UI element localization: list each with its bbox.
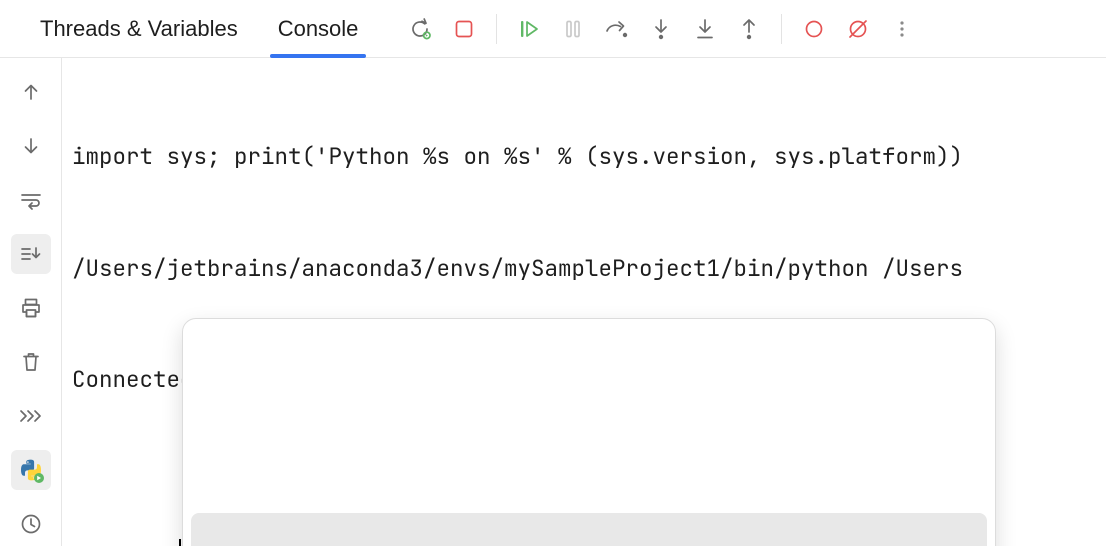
arrow-up-icon: [20, 81, 42, 103]
resume-icon: [517, 17, 541, 41]
console-gutter-toolbar: [0, 58, 62, 546]
tab-label: Console: [278, 16, 359, 42]
scroll-to-end-icon: [19, 244, 43, 264]
mute-breakpoints-button[interactable]: [840, 11, 876, 47]
python-icon: [18, 457, 44, 483]
resume-button[interactable]: [511, 11, 547, 47]
arrow-down-icon: [20, 135, 42, 157]
history-button[interactable]: [11, 504, 51, 544]
step-into-my-code-icon: [694, 17, 716, 41]
step-into-my-code-button[interactable]: [687, 11, 723, 47]
rerun-button[interactable]: [402, 11, 438, 47]
print-button[interactable]: [11, 288, 51, 328]
soft-wrap-button[interactable]: [11, 180, 51, 220]
debugger-tabs: Threads & Variables Console: [20, 0, 378, 57]
run-toolbar: [392, 11, 920, 47]
more-vertical-icon: [892, 19, 912, 39]
step-over-button[interactable]: [599, 11, 635, 47]
tab-console[interactable]: Console: [258, 0, 379, 57]
print-icon: [19, 297, 43, 319]
history-icon: [19, 512, 43, 536]
console-body: import sys; print('Python %s on %s' % (s…: [0, 58, 1106, 546]
completion-item[interactable]: f print(values, sep, end, file, flush) b…: [191, 513, 987, 546]
trash-icon: [20, 350, 42, 374]
tab-threads-variables[interactable]: Threads & Variables: [20, 0, 258, 57]
python-console-button[interactable]: [11, 450, 51, 490]
step-over-icon: [604, 18, 630, 40]
step-out-icon: [738, 17, 760, 41]
scroll-up-button[interactable]: [11, 72, 51, 112]
show-variables-button[interactable]: [11, 396, 51, 436]
tab-label: Threads & Variables: [40, 16, 238, 42]
step-into-icon: [650, 17, 672, 41]
clear-all-button[interactable]: [11, 342, 51, 382]
breakpoints-icon: [803, 18, 825, 40]
prompt-icon: [18, 408, 44, 424]
completion-text: print(values, sep, end, file, flush): [247, 520, 895, 546]
step-out-button[interactable]: [731, 11, 767, 47]
prompt-marker: >>>: [72, 536, 113, 546]
console-line: /Users/jetbrains/anaconda3/envs/mySample…: [72, 250, 1096, 287]
scroll-down-button[interactable]: [11, 126, 51, 166]
more-actions-button[interactable]: [884, 11, 920, 47]
pause-icon: [562, 18, 584, 40]
toolbar-divider: [781, 14, 782, 44]
view-breakpoints-button[interactable]: [796, 11, 832, 47]
mute-breakpoints-icon: [846, 17, 870, 41]
step-into-button[interactable]: [643, 11, 679, 47]
stop-icon: [453, 18, 475, 40]
rerun-icon: [408, 17, 432, 41]
console-input[interactable]: pr: [113, 536, 181, 546]
console-line: import sys; print('Python %s on %s' % (s…: [72, 138, 1096, 175]
text-caret: [179, 539, 181, 546]
console-output[interactable]: import sys; print('Python %s on %s' % (s…: [62, 58, 1106, 546]
pause-button[interactable]: [555, 11, 591, 47]
soft-wrap-icon: [19, 190, 43, 210]
toolbar-divider: [496, 14, 497, 44]
completion-list: f print(values, sep, end, file, flush) b…: [183, 393, 995, 546]
stop-button[interactable]: [446, 11, 482, 47]
code-completion-popup: f print(values, sep, end, file, flush) b…: [182, 318, 996, 546]
scroll-to-end-button[interactable]: [11, 234, 51, 274]
debugger-toolbar: Threads & Variables Console: [0, 0, 1106, 58]
